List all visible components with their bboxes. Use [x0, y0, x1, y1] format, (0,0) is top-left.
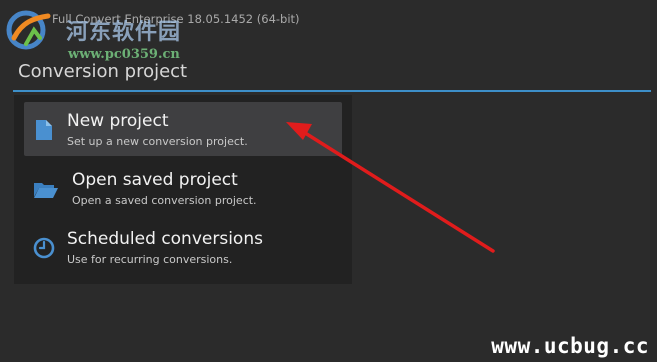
new-project-option[interactable]: New project Set up a new conversion proj…: [24, 102, 342, 156]
site-watermark: www.ucbug.cc: [491, 334, 649, 358]
watermark-url-text: www.pc0359.cn: [68, 47, 180, 62]
scheduled-conversions-option[interactable]: Scheduled conversions Use for recurring …: [24, 220, 342, 274]
open-saved-project-description: Open a saved conversion project.: [72, 194, 257, 207]
folder-open-icon: [34, 183, 58, 198]
scheduled-conversions-description: Use for recurring conversions.: [67, 253, 233, 266]
scheduled-conversions-label: Scheduled conversions: [67, 229, 263, 249]
new-project-description: Set up a new conversion project.: [67, 135, 248, 148]
project-options-panel: New project Set up a new conversion proj…: [14, 95, 352, 284]
new-project-label: New project: [67, 111, 169, 131]
document-icon: [36, 120, 52, 140]
watermark-brand-text: 河东软件园: [66, 19, 182, 45]
section-title: Conversion project: [18, 61, 188, 82]
section-divider: [13, 90, 651, 92]
clock-icon: [33, 237, 55, 259]
open-saved-project-option[interactable]: Open saved project Open a saved conversi…: [24, 161, 342, 215]
open-saved-project-label: Open saved project: [72, 170, 238, 190]
